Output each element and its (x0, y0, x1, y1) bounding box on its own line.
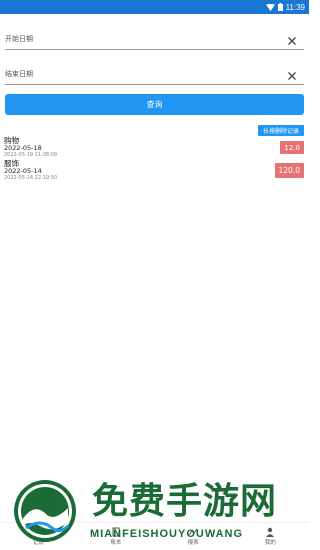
record-title: 购物 (4, 136, 19, 145)
status-icons: 11:39 (265, 0, 305, 14)
user-icon (265, 527, 275, 537)
chart-icon (188, 527, 198, 537)
start-date-field[interactable] (5, 28, 304, 50)
bottom-nav: 记账 账本 报表 我的 (0, 522, 309, 550)
nav-label: 报表 (187, 540, 199, 546)
query-button[interactable]: 查询 (5, 94, 304, 115)
record-title: 服饰 (4, 159, 19, 168)
nav-item-report[interactable]: 报表 (155, 523, 232, 550)
long-press-delete-hint: 长按删除记录 (257, 125, 304, 136)
record-date: 2022-05-18 (4, 144, 42, 152)
nav-label: 记账 (33, 540, 45, 546)
book-icon (111, 527, 121, 537)
clear-end-date-icon[interactable] (286, 67, 298, 80)
status-bar: 11:39 (0, 0, 309, 14)
nav-label: 我的 (264, 540, 276, 546)
list-item[interactable]: 服饰 2022-05-14 2022-05-14 22:19:50 120.0 (4, 159, 304, 182)
nav-item-bookkeeping[interactable]: 记账 (0, 523, 77, 550)
battery-icon (277, 3, 283, 11)
end-date-input[interactable] (5, 66, 275, 82)
clear-start-date-icon[interactable] (286, 32, 298, 45)
edit-icon (34, 527, 44, 537)
nav-item-ledger[interactable]: 账本 (77, 523, 154, 550)
nav-item-profile[interactable]: 我的 (232, 523, 309, 550)
list-item[interactable]: 购物 2022-05-18 2022-05-19 11:38:09 12.0 (4, 136, 304, 159)
watermark-title: 免费手游网 (92, 481, 278, 522)
end-date-field[interactable] (5, 63, 304, 85)
record-amount-badge: 12.0 (280, 141, 304, 154)
record-timestamp: 2022-05-19 11:38:09 (4, 152, 58, 158)
wifi-icon (265, 3, 275, 11)
record-list: 购物 2022-05-18 2022-05-19 11:38:09 12.0 服… (4, 136, 304, 182)
record-date: 2022-05-14 (4, 167, 42, 175)
start-date-input[interactable] (5, 31, 275, 47)
record-amount-badge: 120.0 (274, 163, 304, 178)
record-timestamp: 2022-05-14 22:19:50 (4, 175, 58, 181)
nav-label: 账本 (110, 540, 122, 546)
status-time: 11:39 (285, 2, 305, 12)
